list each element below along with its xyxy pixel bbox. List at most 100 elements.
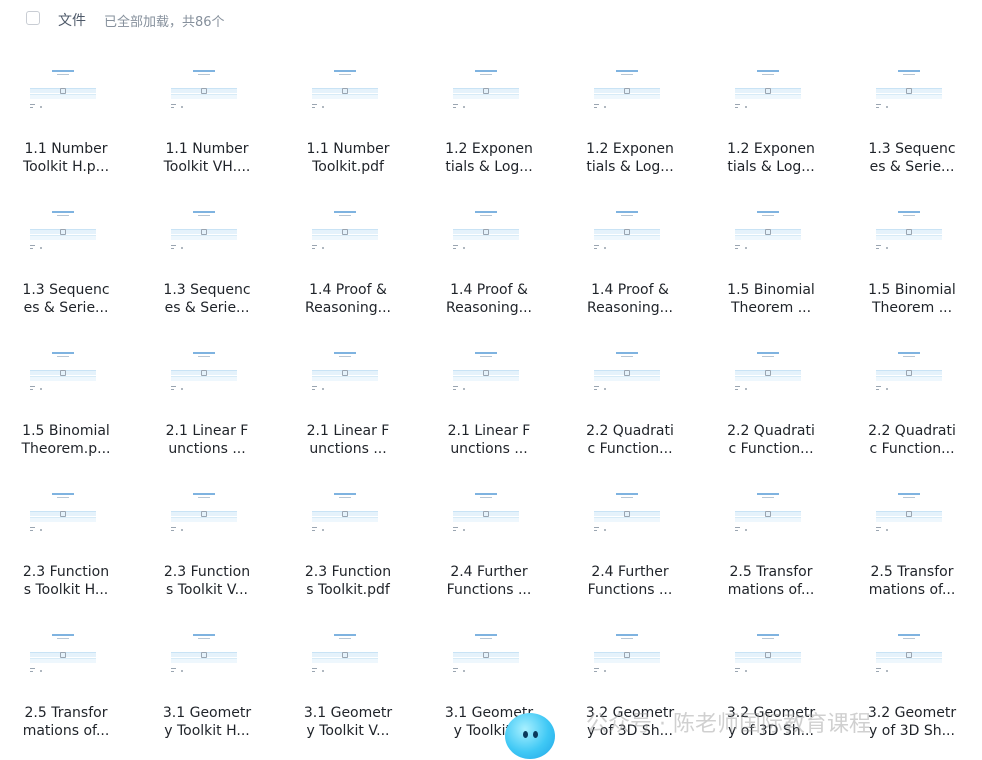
pdf-thumbnail bbox=[165, 489, 243, 539]
file-name-line1: 1.2 Exponen bbox=[727, 141, 815, 157]
file-item[interactable]: 1.3 Sequenc es & Serie... bbox=[6, 193, 126, 321]
file-name-line1: 1.2 Exponen bbox=[586, 141, 674, 157]
file-item[interactable]: 1.1 Number Toolkit VH.... bbox=[147, 52, 267, 180]
file-item[interactable]: 2.1 Linear F unctions ... bbox=[429, 334, 549, 462]
file-name-line1: 2.4 Further bbox=[591, 564, 669, 580]
pdf-thumbnail bbox=[588, 348, 666, 398]
pdf-thumbnail bbox=[306, 489, 384, 539]
file-name: 1.1 Number Toolkit H.p... bbox=[6, 140, 126, 176]
file-name-line1: 1.5 Binomial bbox=[868, 282, 956, 298]
file-name: 2.3 Function s Toolkit.pdf bbox=[288, 563, 408, 599]
pdf-thumbnail bbox=[588, 630, 666, 680]
file-name-line2: Toolkit VH.... bbox=[163, 159, 251, 175]
file-item[interactable]: 1.1 Number Toolkit H.p... bbox=[6, 52, 126, 180]
file-name: 1.4 Proof & Reasoning... bbox=[570, 281, 690, 317]
pdf-thumbnail bbox=[729, 630, 807, 680]
select-all-checkbox[interactable] bbox=[26, 11, 40, 25]
file-name-line1: 2.2 Quadrati bbox=[727, 423, 815, 439]
file-item[interactable]: 2.2 Quadrati c Function... bbox=[570, 334, 690, 462]
file-item[interactable]: 1.4 Proof & Reasoning... bbox=[429, 193, 549, 321]
file-item[interactable]: 2.3 Function s Toolkit.pdf bbox=[288, 475, 408, 603]
file-name-line1: 2.1 Linear F bbox=[165, 423, 249, 439]
file-item[interactable]: 1.3 Sequenc es & Serie... bbox=[147, 193, 267, 321]
file-name-line1: 2.5 Transfor bbox=[729, 564, 813, 580]
file-name-line1: 2.5 Transfor bbox=[870, 564, 954, 580]
file-name-line1: 1.1 Number bbox=[165, 141, 249, 157]
file-name: 1.2 Exponen tials & Log... bbox=[570, 140, 690, 176]
file-item[interactable]: 2.2 Quadrati c Function... bbox=[852, 334, 972, 462]
file-item[interactable]: 2.5 Transfor mations of... bbox=[6, 616, 126, 744]
file-item[interactable]: 2.3 Function s Toolkit V... bbox=[147, 475, 267, 603]
file-item[interactable]: 1.2 Exponen tials & Log... bbox=[711, 52, 831, 180]
file-item[interactable]: 1.4 Proof & Reasoning... bbox=[288, 193, 408, 321]
file-item[interactable]: 1.5 Binomial Theorem.p... bbox=[6, 334, 126, 462]
file-item[interactable]: 2.5 Transfor mations of... bbox=[852, 475, 972, 603]
file-name: 1.1 Number Toolkit.pdf bbox=[288, 140, 408, 176]
file-name-line1: 1.4 Proof & bbox=[309, 282, 387, 298]
file-name-line2: tials & Log... bbox=[445, 159, 533, 175]
file-item[interactable]: 2.5 Transfor mations of... bbox=[711, 475, 831, 603]
pdf-thumbnail bbox=[729, 66, 807, 116]
file-item[interactable]: 2.1 Linear F unctions ... bbox=[288, 334, 408, 462]
file-item[interactable]: 1.4 Proof & Reasoning... bbox=[570, 193, 690, 321]
pdf-thumbnail bbox=[24, 66, 102, 116]
mascot-icon bbox=[505, 713, 555, 759]
pdf-thumbnail bbox=[588, 66, 666, 116]
file-name-line2: Reasoning... bbox=[586, 300, 674, 316]
file-column-label: 文件 bbox=[58, 13, 86, 29]
file-item[interactable]: 1.2 Exponen tials & Log... bbox=[570, 52, 690, 180]
watermark-text: 公众号 · 陈老师国际教育课程 bbox=[586, 712, 871, 737]
pdf-thumbnail bbox=[306, 66, 384, 116]
file-name-line2: Toolkit H.p... bbox=[22, 159, 110, 175]
file-item[interactable]: 2.2 Quadrati c Function... bbox=[711, 334, 831, 462]
pdf-thumbnail bbox=[165, 630, 243, 680]
file-item[interactable]: 1.5 Binomial Theorem ... bbox=[711, 193, 831, 321]
file-name: 2.4 Further Functions ... bbox=[429, 563, 549, 599]
file-name: 2.4 Further Functions ... bbox=[570, 563, 690, 599]
file-item[interactable]: 2.4 Further Functions ... bbox=[429, 475, 549, 603]
file-name-line2: Reasoning... bbox=[445, 300, 533, 316]
file-name: 2.3 Function s Toolkit V... bbox=[147, 563, 267, 599]
file-name-line2: c Function... bbox=[728, 441, 814, 457]
file-name-line1: 2.2 Quadrati bbox=[868, 423, 956, 439]
file-name-line1: 2.3 Function bbox=[22, 564, 110, 580]
file-item[interactable]: 2.3 Function s Toolkit H... bbox=[6, 475, 126, 603]
pdf-thumbnail bbox=[447, 489, 525, 539]
file-name-line1: 1.3 Sequenc bbox=[868, 141, 956, 157]
file-item[interactable]: 3.1 Geometr y Toolkit H... bbox=[147, 616, 267, 744]
file-name: 1.5 Binomial Theorem.p... bbox=[6, 422, 126, 458]
pdf-thumbnail bbox=[24, 489, 102, 539]
file-name: 1.1 Number Toolkit VH.... bbox=[147, 140, 267, 176]
pdf-thumbnail bbox=[165, 348, 243, 398]
file-item[interactable]: 2.1 Linear F unctions ... bbox=[147, 334, 267, 462]
file-name: 1.5 Binomial Theorem ... bbox=[852, 281, 972, 317]
file-list-header: 文件 已全部加载，共86个 bbox=[0, 0, 982, 38]
file-name-line2: s Toolkit H... bbox=[23, 582, 109, 598]
file-item[interactable]: 1.3 Sequenc es & Serie... bbox=[852, 52, 972, 180]
file-name-line2: tials & Log... bbox=[586, 159, 674, 175]
file-item[interactable]: 1.5 Binomial Theorem ... bbox=[852, 193, 972, 321]
file-name-line1: 1.4 Proof & bbox=[591, 282, 669, 298]
pdf-thumbnail bbox=[447, 207, 525, 257]
file-item[interactable]: 2.4 Further Functions ... bbox=[570, 475, 690, 603]
file-name: 1.3 Sequenc es & Serie... bbox=[6, 281, 126, 317]
file-item[interactable]: 1.1 Number Toolkit.pdf bbox=[288, 52, 408, 180]
file-name-line2: Toolkit.pdf bbox=[312, 159, 384, 175]
file-name-line2: Functions ... bbox=[446, 582, 532, 598]
file-name-line2: Theorem ... bbox=[730, 300, 812, 316]
file-name: 1.3 Sequenc es & Serie... bbox=[147, 281, 267, 317]
file-name-line2: s Toolkit V... bbox=[166, 582, 248, 598]
file-name-line2: unctions ... bbox=[168, 441, 246, 457]
file-name-line2: Functions ... bbox=[587, 582, 673, 598]
file-name-line1: 1.5 Binomial bbox=[727, 282, 815, 298]
file-name-line2: tials & Log... bbox=[727, 159, 815, 175]
file-name-line2: mations of... bbox=[727, 582, 815, 598]
pdf-thumbnail bbox=[729, 207, 807, 257]
file-name: 1.4 Proof & Reasoning... bbox=[429, 281, 549, 317]
file-item[interactable]: 1.2 Exponen tials & Log... bbox=[429, 52, 549, 180]
file-item[interactable]: 3.1 Geometr y Toolkit V... bbox=[288, 616, 408, 744]
pdf-thumbnail bbox=[24, 207, 102, 257]
file-name: 2.1 Linear F unctions ... bbox=[429, 422, 549, 458]
pdf-thumbnail bbox=[870, 630, 948, 680]
file-name-line2: Theorem.p... bbox=[21, 441, 111, 457]
